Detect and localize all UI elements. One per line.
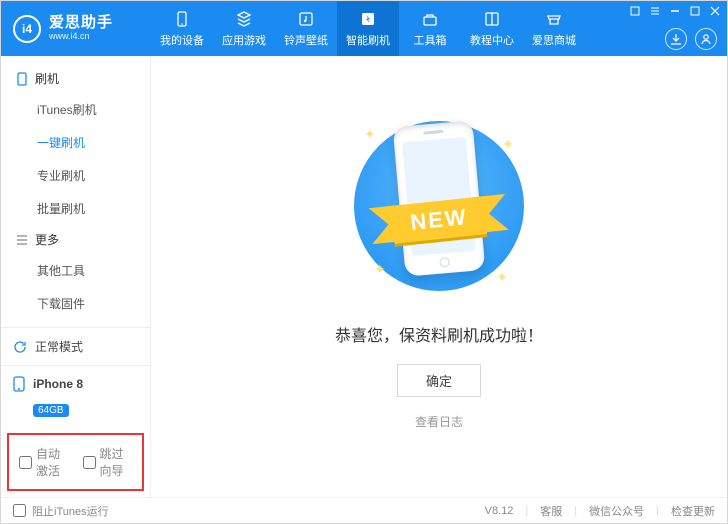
user-icon[interactable] [695,28,717,50]
menu-icon[interactable] [649,5,661,17]
group-title: 刷机 [35,70,59,87]
footer-link-wechat[interactable]: 微信公众号 [589,503,644,519]
sidebar-group: 更多 [1,225,150,254]
nav-book[interactable]: 教程中心 [461,1,523,56]
close-icon[interactable] [709,5,721,17]
sidebar-menu: 刷机 iTunes刷机一键刷机专业刷机批量刷机更多其他工具下载固件高级功能 [1,56,150,327]
version-label: V8.12 [485,505,514,517]
sparkle-icon: ✦ [374,261,386,278]
phone-icon [172,9,192,29]
status-bar: 阻止iTunes运行 V8.12 | 客服 | 微信公众号 | 检查更新 [1,497,727,523]
block-itunes-option[interactable]: 阻止iTunes运行 [13,503,109,519]
brand-text: 爱思助手 www.i4.cn [49,15,113,41]
block-itunes-label: 阻止iTunes运行 [32,503,109,519]
sidebar-item[interactable]: 高级功能 [1,320,150,327]
settings-icon[interactable] [629,5,641,17]
nav-toolbox[interactable]: 工具箱 [399,1,461,56]
success-message: 恭喜您，保资料刷机成功啦！ [335,322,543,346]
sidebar-item[interactable]: 其他工具 [1,254,150,287]
nav-label: 智能刷机 [346,32,390,48]
option-label: 自动激活 [36,445,69,479]
shop-icon [544,9,564,29]
sidebar-item[interactable]: iTunes刷机 [1,93,150,126]
phone-small-icon [15,72,29,86]
maximize-icon[interactable] [689,5,701,17]
nav-apps[interactable]: 应用游戏 [213,1,275,56]
brand: i4 爱思助手 www.i4.cn [1,15,151,43]
sidebar-mode[interactable]: 正常模式 [1,327,150,365]
brand-name: 爱思助手 [49,15,113,32]
mode-label: 正常模式 [35,338,83,355]
option-checkbox[interactable] [19,456,32,469]
footer-right: V8.12 | 客服 | 微信公众号 | 检查更新 [485,503,715,519]
sidebar-item[interactable]: 批量刷机 [1,192,150,225]
sidebar-group: 刷机 [1,64,150,93]
sparkle-icon: ✦ [364,126,376,143]
refresh-icon [13,340,27,354]
footer-link-support[interactable]: 客服 [540,503,562,519]
sidebar-device[interactable]: iPhone 8 64GB [1,365,150,427]
nav-label: 教程中心 [470,32,514,48]
option-label: 跳过向导 [100,445,133,479]
main-content: NEW ✦ ✦ ✦ ✦ 恭喜您，保资料刷机成功啦！ 确定 查看日志 [151,56,727,497]
app-window: i4 爱思助手 www.i4.cn 我的设备 应用游戏 铃声壁纸 智能刷机 工具箱 教程中… [0,0,728,524]
menu-icon [15,234,29,246]
device-storage-badge: 64GB [33,404,69,417]
nav-label: 工具箱 [414,32,447,48]
group-title: 更多 [35,231,59,248]
apps-icon [234,9,254,29]
option-checkbox[interactable] [83,456,96,469]
nav-label: 我的设备 [160,32,204,48]
download-icon[interactable] [665,28,687,50]
sidebar-item[interactable]: 下载固件 [1,287,150,320]
footer-link-update[interactable]: 检查更新 [671,503,715,519]
view-log-link[interactable]: 查看日志 [415,413,463,430]
block-itunes-checkbox[interactable] [13,504,26,517]
brand-logo-icon: i4 [13,15,41,43]
top-nav: 我的设备 应用游戏 铃声壁纸 智能刷机 工具箱 教程中心 爱思商城 [151,1,585,56]
nav-phone[interactable]: 我的设备 [151,1,213,56]
ok-button[interactable]: 确定 [397,364,481,397]
body: 刷机 iTunes刷机一键刷机专业刷机批量刷机更多其他工具下载固件高级功能 正常模… [1,56,727,497]
header-actions [665,28,717,50]
sidebar-option[interactable]: 自动激活 [19,445,69,479]
flash-icon [358,9,378,29]
book-icon [482,9,502,29]
nav-flash[interactable]: 智能刷机 [337,1,399,56]
brand-url: www.i4.cn [49,32,113,42]
music-icon [296,9,316,29]
toolbox-icon [420,9,440,29]
sidebar-item[interactable]: 专业刷机 [1,159,150,192]
sidebar-item[interactable]: 一键刷机 [1,126,150,159]
sparkle-icon: ✦ [496,269,508,286]
sidebar-option[interactable]: 跳过向导 [83,445,133,479]
minimize-icon[interactable] [669,5,681,17]
sidebar: 刷机 iTunes刷机一键刷机专业刷机批量刷机更多其他工具下载固件高级功能 正常模… [1,56,151,497]
nav-music[interactable]: 铃声壁纸 [275,1,337,56]
device-name: iPhone 8 [33,377,83,391]
phone-icon [13,376,25,392]
window-controls [629,5,721,17]
nav-label: 铃声壁纸 [284,32,328,48]
sparkle-icon: ✦ [502,136,514,153]
sidebar-options: 自动激活跳过向导 [7,433,144,491]
nav-shop[interactable]: 爱思商城 [523,1,585,56]
header-bar: i4 爱思助手 www.i4.cn 我的设备 应用游戏 铃声壁纸 智能刷机 工具箱 教程中… [1,1,727,56]
nav-label: 爱思商城 [532,32,576,48]
nav-label: 应用游戏 [222,32,266,48]
success-illustration: NEW ✦ ✦ ✦ ✦ [324,116,554,296]
